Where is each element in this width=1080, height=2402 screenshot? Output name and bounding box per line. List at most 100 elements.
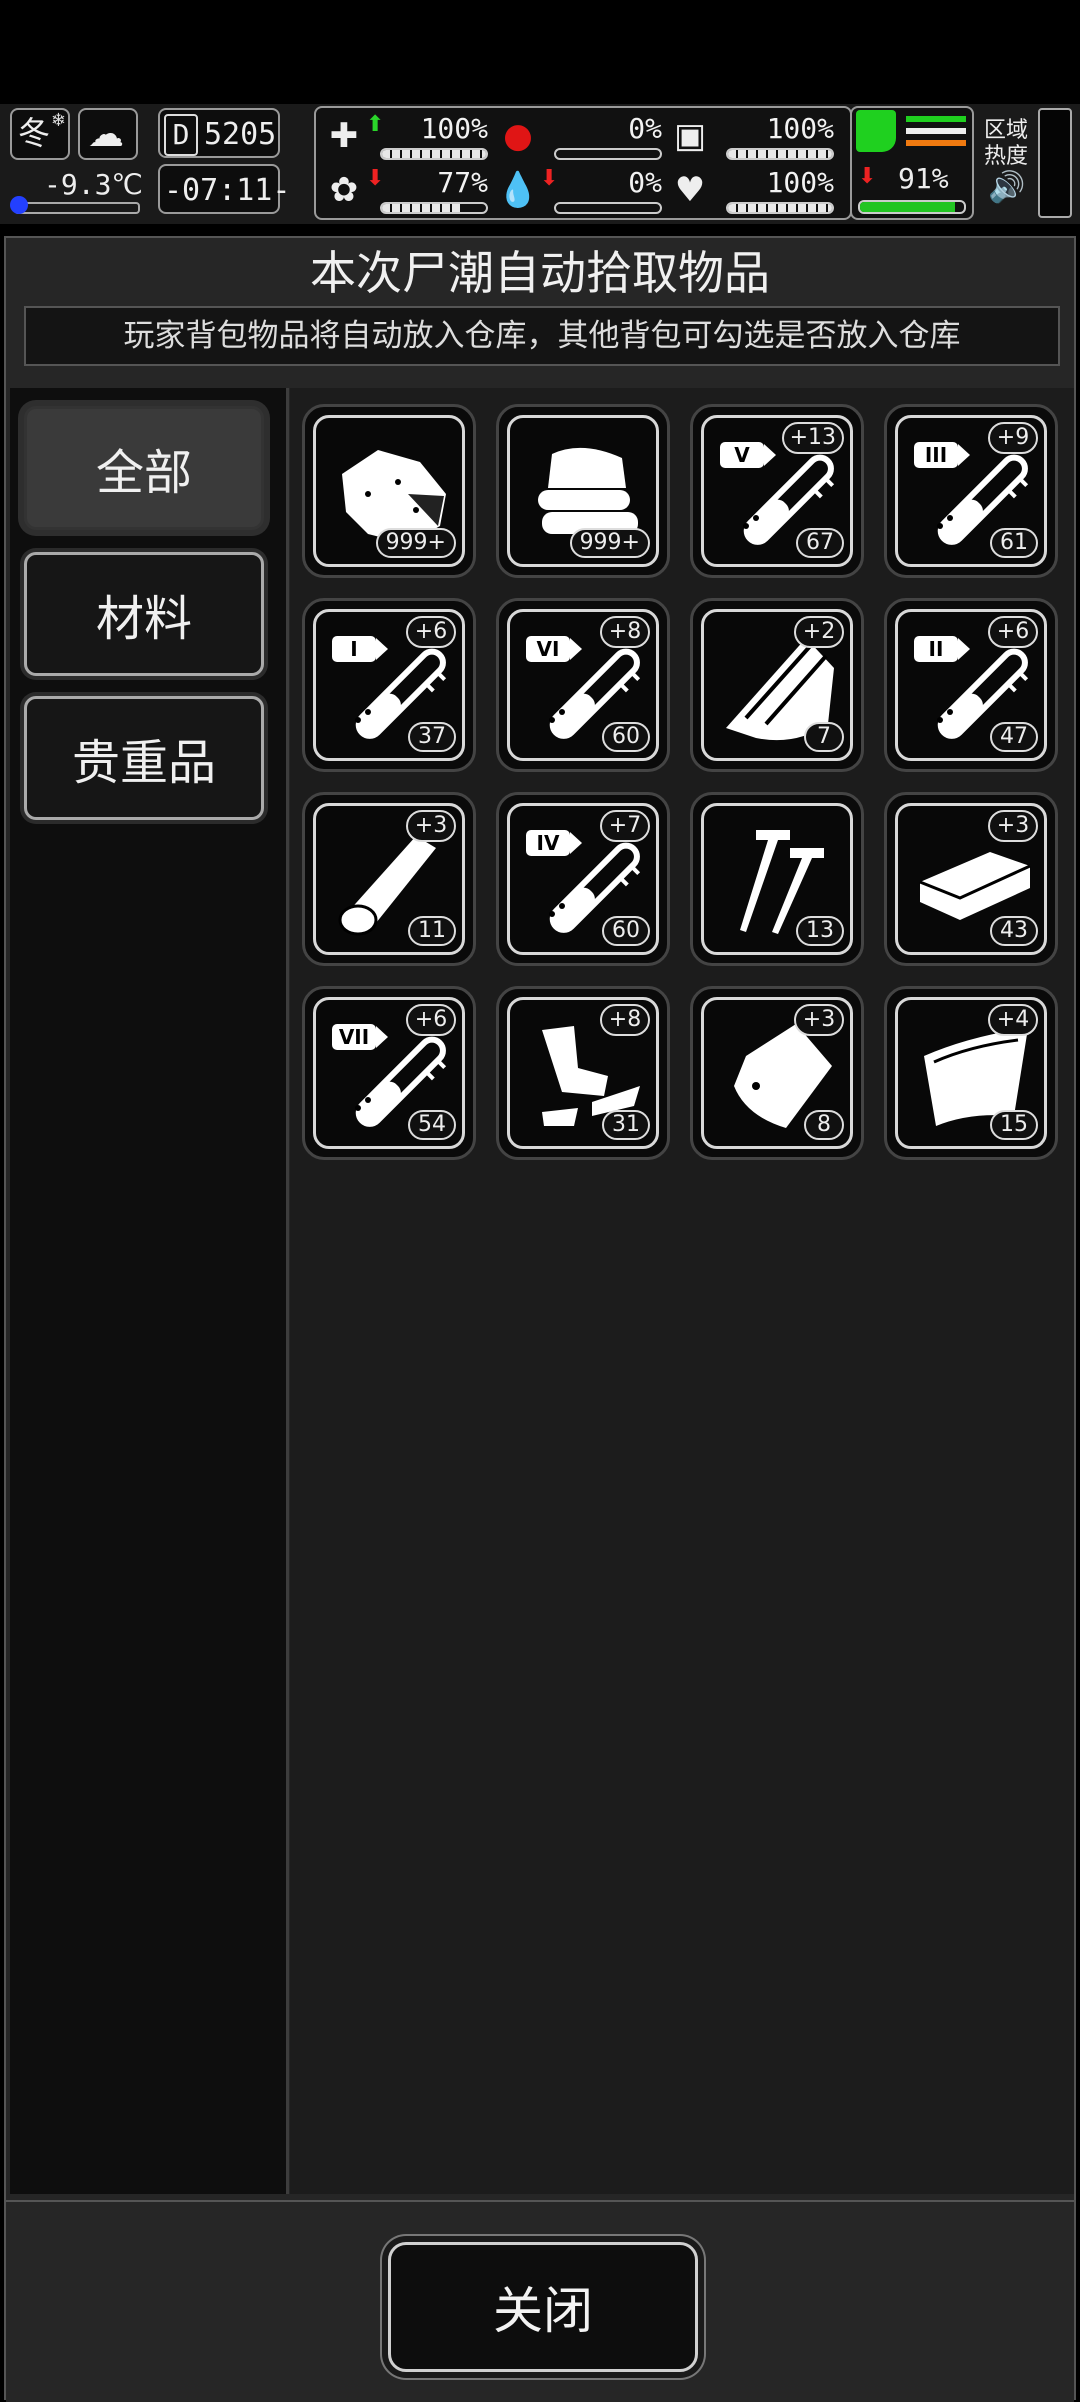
- item-slot[interactable]: IV +7 60: [496, 792, 670, 966]
- svg-text:VII: VII: [339, 1025, 369, 1049]
- item-count: 31: [602, 1110, 650, 1140]
- item-bonus-badge: +6: [406, 1004, 456, 1036]
- item-slot[interactable]: VII +6 54: [302, 986, 476, 1160]
- item-slot[interactable]: +8 31: [496, 986, 670, 1160]
- item-bonus-badge: +4: [988, 1004, 1038, 1036]
- item-count: 7: [804, 722, 844, 752]
- stat-hunger: ● 0%: [494, 110, 666, 162]
- zone-heat-label: 区域热度: [984, 118, 1029, 169]
- item-frame: II +6 47: [895, 609, 1047, 761]
- leg-status-box: ⬇ 91%: [850, 106, 974, 220]
- stat-value: 100%: [766, 112, 834, 145]
- item-frame: 999+: [313, 415, 465, 567]
- item-frame: 999+: [507, 415, 659, 567]
- close-button[interactable]: 关闭: [388, 2242, 698, 2372]
- tab-label: 材料: [95, 591, 192, 647]
- stat-bar: [726, 148, 834, 160]
- tab-materials[interactable]: 材料: [24, 552, 264, 676]
- day-counter: 5205: [204, 117, 277, 152]
- item-slot[interactable]: +3 43: [884, 792, 1058, 966]
- item-bonus-badge: +8: [600, 1004, 650, 1036]
- speaker-icon[interactable]: 🔊: [988, 170, 1025, 205]
- tab-all[interactable]: 全部: [24, 406, 264, 530]
- item-frame: +2 7: [701, 609, 853, 761]
- weather-box: ☁: [78, 108, 138, 160]
- arrow-down-icon: ⬇: [366, 166, 385, 191]
- close-button-label: 关闭: [493, 2282, 593, 2340]
- item-count: 15: [990, 1110, 1038, 1140]
- item-count: 60: [602, 722, 650, 752]
- temperature-bar: [14, 202, 140, 214]
- svg-text:I: I: [350, 637, 357, 661]
- leg-white-line: [906, 128, 966, 134]
- item-slot[interactable]: +3 11: [302, 792, 476, 966]
- auto-pickup-panel: 本次尸潮自动拾取物品 玩家背包物品将自动放入仓库，其他背包可勾选是否放入仓库 全…: [4, 236, 1076, 2402]
- item-bonus-badge: +6: [988, 616, 1038, 648]
- medkit-icon: ✚: [329, 116, 359, 156]
- item-count: 54: [408, 1110, 456, 1140]
- svg-text:V: V: [734, 443, 750, 467]
- svg-text:II: II: [929, 637, 944, 661]
- stat-bar: [554, 148, 662, 160]
- item-bonus-badge: +2: [794, 616, 844, 648]
- tab-label: 贵重品: [71, 735, 216, 791]
- item-frame: +8 31: [507, 997, 659, 1149]
- stat-stamina: ▣ 100%: [666, 110, 838, 162]
- item-count: 13: [796, 916, 844, 946]
- item-slot[interactable]: 13: [690, 792, 864, 966]
- leg-orange-line: [906, 140, 966, 146]
- temperature-marker-icon: [10, 196, 28, 214]
- season-box: 冬 ❄: [10, 108, 70, 160]
- item-frame: III +9 61: [895, 415, 1047, 567]
- clock-value: -07:11-: [164, 173, 291, 208]
- arrow-up-icon: ⬆: [366, 112, 385, 137]
- stat-bar-fill: [382, 204, 463, 212]
- item-grid: 999+ 999+ V +13 67 III +9 61 I +6 37 VI +8 60 +2 7 II +6 4…: [290, 388, 1074, 2194]
- stat-bar-fill: [728, 204, 832, 212]
- footer-bar: 关闭: [6, 2200, 1074, 2402]
- panel-description: 玩家背包物品将自动放入仓库，其他背包可勾选是否放入仓库: [24, 306, 1060, 366]
- stat-bar-fill: [382, 150, 486, 158]
- item-slot[interactable]: V +13 67: [690, 404, 864, 578]
- item-slot[interactable]: II +6 47: [884, 598, 1058, 772]
- stat-mood: ✿ ⬇ 77%: [320, 164, 492, 216]
- snowflake-icon: ❄: [50, 110, 66, 131]
- svg-text:IV: IV: [537, 831, 560, 855]
- stat-bar: [726, 202, 834, 214]
- item-slot[interactable]: 999+: [302, 404, 476, 578]
- item-frame: +3 8: [701, 997, 853, 1149]
- item-frame: IV +7 60: [507, 803, 659, 955]
- stat-value: 0%: [628, 112, 662, 145]
- stat-value: 77%: [437, 166, 488, 199]
- stat-value: 100%: [420, 112, 488, 145]
- item-slot[interactable]: 999+: [496, 404, 670, 578]
- zone-heat-meter: [1038, 108, 1072, 218]
- item-count: 999+: [569, 528, 650, 558]
- season-label: 冬: [18, 114, 51, 152]
- item-frame: +3 11: [313, 803, 465, 955]
- arrow-down-icon: ⬇: [540, 166, 559, 191]
- temperature-value: -9.3℃: [44, 168, 143, 201]
- item-count: 47: [990, 722, 1038, 752]
- item-slot[interactable]: VI +8 60: [496, 598, 670, 772]
- item-slot[interactable]: III +9 61: [884, 404, 1058, 578]
- item-bonus-badge: +6: [406, 616, 456, 648]
- clock-box: -07:11-: [158, 164, 290, 214]
- item-count: 37: [408, 722, 456, 752]
- tab-valuables[interactable]: 贵重品: [24, 696, 264, 820]
- stat-value: 100%: [766, 166, 834, 199]
- svg-text:III: III: [925, 443, 947, 467]
- item-count: 8: [804, 1110, 844, 1140]
- item-bonus-badge: +13: [781, 422, 844, 454]
- item-bonus-badge: +3: [794, 1004, 844, 1036]
- item-slot[interactable]: I +6 37: [302, 598, 476, 772]
- item-bonus-badge: +3: [988, 810, 1038, 842]
- item-slot[interactable]: +2 7: [690, 598, 864, 772]
- item-slot[interactable]: +4 15: [884, 986, 1058, 1160]
- item-slot[interactable]: +3 8: [690, 986, 864, 1160]
- cloud-icon: ☁: [88, 114, 124, 155]
- svg-text:VI: VI: [537, 637, 560, 661]
- item-frame: +3 43: [895, 803, 1047, 955]
- stat-health: ✚ ⬆ 100%: [320, 110, 492, 162]
- tab-label: 全部: [95, 445, 192, 501]
